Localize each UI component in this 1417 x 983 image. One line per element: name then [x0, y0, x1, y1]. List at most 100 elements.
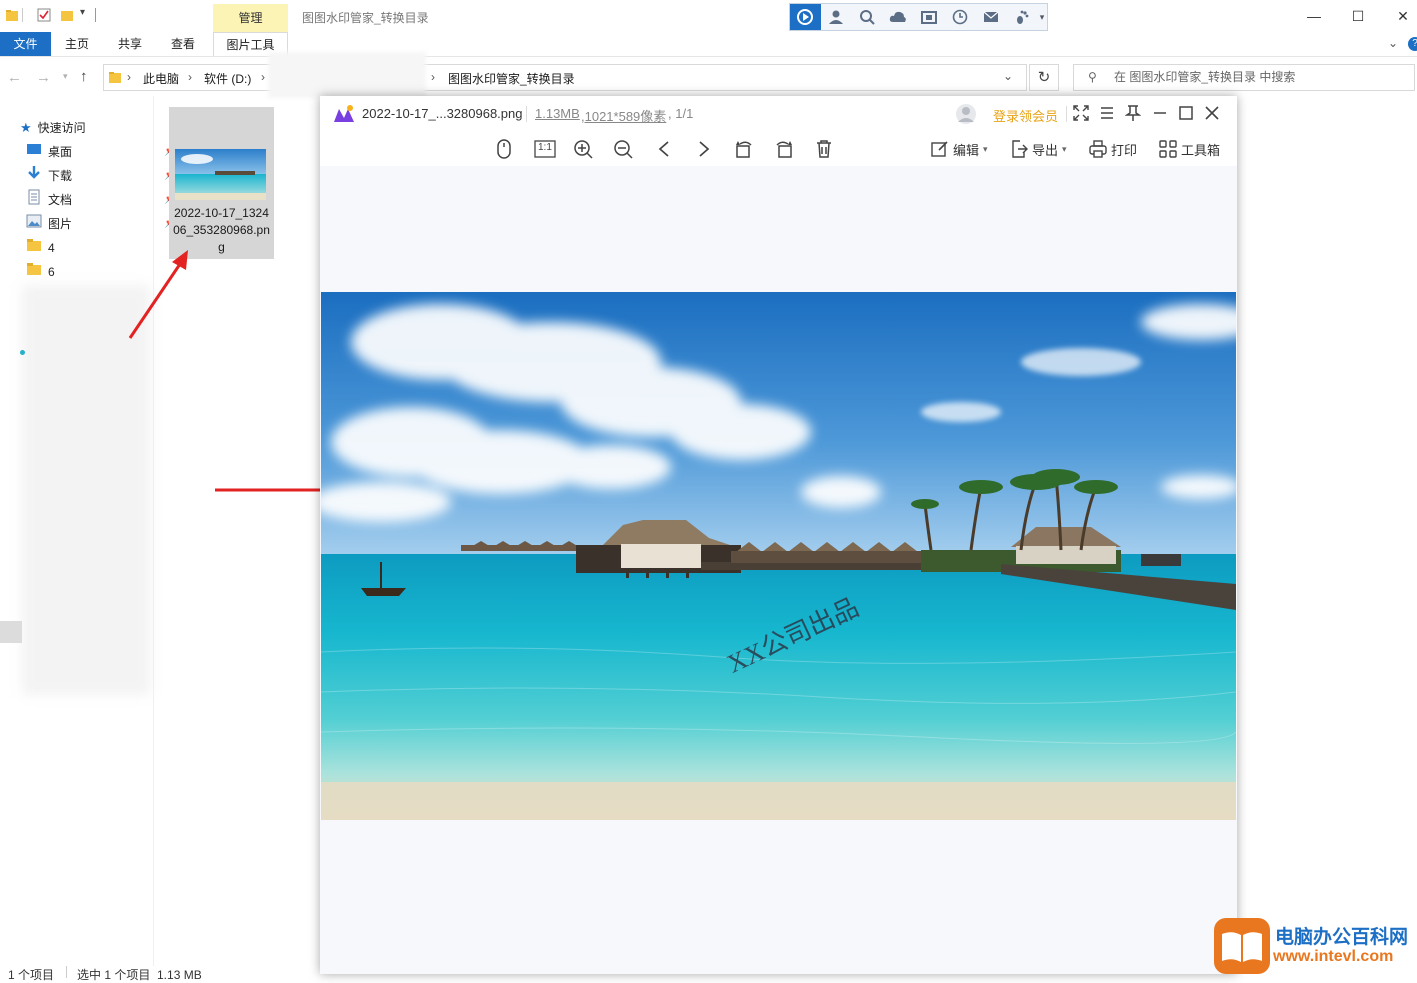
zoom-out-icon[interactable]: [612, 138, 634, 160]
nav-selection-highlight: [0, 621, 22, 643]
star-icon: ★: [20, 120, 32, 135]
divider: [526, 106, 527, 122]
nav-label: 文档: [48, 193, 73, 207]
actual-size-button[interactable]: 1:1: [533, 138, 557, 160]
screenshot-icon[interactable]: [914, 4, 945, 30]
chevron-right-icon[interactable]: ›: [188, 70, 192, 84]
breadcrumb-this-pc[interactable]: 此电脑: [143, 70, 179, 87]
export-button[interactable]: 导出 ▾: [1010, 137, 1067, 161]
help-icon[interactable]: ?: [1408, 37, 1417, 51]
tab-view[interactable]: 查看: [171, 32, 195, 56]
selection-info: 选中 1 个项目 1.13 MB: [77, 968, 202, 982]
next-icon[interactable]: [693, 138, 715, 160]
file-size[interactable]: 1.13MB: [535, 106, 580, 121]
tab-home[interactable]: 主页: [65, 32, 89, 56]
maximize-button[interactable]: ☐: [1343, 6, 1373, 26]
up-arrow-icon[interactable]: ↑: [80, 68, 88, 85]
play-icon[interactable]: [790, 4, 821, 30]
menu-icon[interactable]: [1099, 105, 1115, 124]
avatar-icon[interactable]: [955, 103, 977, 128]
minimize-button[interactable]: —: [1299, 6, 1329, 26]
breadcrumb-drive[interactable]: 软件 (D:): [204, 70, 251, 87]
clock-icon[interactable]: [944, 4, 975, 30]
print-button[interactable]: 打印: [1089, 137, 1137, 161]
print-label: 打印: [1111, 142, 1138, 158]
refresh-button[interactable]: ↻: [1029, 64, 1059, 91]
nav-item-downloads[interactable]: 下载 📌: [26, 165, 176, 188]
toolbar-dropdown[interactable]: ▾: [1037, 12, 1047, 23]
search-placeholder: 在 图图水印管家_转换目录 中搜索: [1114, 70, 1296, 84]
nav-label: 下载: [48, 169, 73, 183]
page-indicator: , 1/1: [668, 106, 694, 121]
document-icon: [26, 189, 42, 212]
printer-icon: [1089, 140, 1107, 158]
desktop-icon: [26, 141, 42, 163]
book-logo-icon: [1214, 918, 1270, 974]
file-item[interactable]: 2022-10-17_132406_353280968.png: [169, 107, 274, 259]
toolbox-button[interactable]: 工具箱: [1159, 137, 1220, 161]
chevron-down-icon[interactable]: ⌄: [1003, 69, 1013, 83]
customize-qa-dropdown[interactable]: ▾: [80, 7, 85, 18]
nav-item-documents[interactable]: 文档 📌: [26, 189, 176, 212]
login-vip-link[interactable]: 登录领会员: [993, 106, 1058, 125]
picture-icon: [26, 213, 42, 235]
minimize-button[interactable]: [1152, 105, 1168, 124]
download-icon: [26, 165, 42, 188]
folder-icon: [26, 261, 42, 283]
nav-item-folder-4[interactable]: 4: [26, 237, 55, 259]
export-icon: [1012, 140, 1028, 158]
search-icon[interactable]: [852, 4, 883, 30]
zoom-in-icon[interactable]: [572, 138, 594, 160]
brand-name: 电脑办公百科网: [1275, 927, 1409, 948]
delete-icon[interactable]: [813, 138, 835, 160]
image-canvas[interactable]: XX公司出品: [321, 292, 1236, 820]
divider: [66, 966, 67, 978]
footprint-icon[interactable]: [1006, 4, 1037, 30]
chevron-right-icon[interactable]: ›: [261, 70, 265, 84]
nav-item-folder-6[interactable]: 6: [26, 261, 55, 283]
manage-context-tab[interactable]: 管理: [213, 4, 288, 32]
tab-share[interactable]: 共享: [118, 32, 142, 56]
search-input[interactable]: ⚲ 在 图图水印管家_转换目录 中搜索: [1073, 64, 1415, 91]
expand-ribbon-icon[interactable]: ⌄: [1388, 36, 1398, 50]
export-label: 导出: [1032, 142, 1059, 158]
viewer-titlebar: 2022-10-17_...3280968.png 1.13MB ,1021*5…: [320, 96, 1237, 132]
folder-icon[interactable]: [5, 8, 19, 22]
breadcrumb-folder[interactable]: 图图水印管家_转换目录: [448, 70, 575, 87]
file-thumbnail: [175, 149, 266, 200]
rotate-left-icon[interactable]: [733, 138, 755, 160]
search-icon: ⚲: [1088, 70, 1097, 84]
properties-icon[interactable]: [37, 8, 51, 22]
new-folder-icon[interactable]: [60, 8, 74, 22]
nav-label: 图片: [48, 217, 73, 231]
cloud-upload-icon[interactable]: [883, 4, 914, 30]
maximize-button[interactable]: [1178, 105, 1194, 124]
nav-item-desktop[interactable]: 桌面 📌: [26, 141, 176, 163]
close-button[interactable]: [1204, 105, 1220, 124]
pin-on-top-icon[interactable]: [1124, 104, 1142, 125]
previous-icon[interactable]: [653, 138, 675, 160]
chevron-right-icon[interactable]: ›: [431, 70, 435, 84]
nav-label: 桌面: [48, 145, 73, 159]
fullscreen-icon[interactable]: [1073, 105, 1089, 124]
explorer-titlebar: ▾ 管理 图图水印管家_转换目录 ▾ — ☐ ✕: [0, 0, 1417, 32]
back-arrow-icon[interactable]: ←: [7, 69, 22, 86]
tab-file[interactable]: 文件: [0, 32, 51, 56]
recent-locations-dropdown[interactable]: ▾: [63, 71, 68, 82]
forward-arrow-icon[interactable]: →: [36, 69, 51, 86]
close-button[interactable]: ✕: [1388, 6, 1417, 26]
divider: [1066, 106, 1067, 122]
mouse-mode-icon[interactable]: [493, 138, 515, 160]
edit-button[interactable]: 编辑 ▾: [931, 137, 988, 161]
pane-divider[interactable]: [153, 96, 154, 966]
chevron-right-icon[interactable]: ›: [127, 70, 131, 84]
address-bar[interactable]: › 此电脑 › 软件 (D:) › › 图图水印管家_转换目录 ⌄: [103, 64, 1027, 91]
rotate-right-icon[interactable]: [773, 138, 795, 160]
nav-item-pictures[interactable]: 图片 📌: [26, 213, 176, 235]
user-icon[interactable]: [821, 4, 852, 30]
nav-quick-access[interactable]: ★ 快速访问: [20, 117, 86, 139]
actual-size-label: 1:1: [538, 142, 552, 153]
brand-url: www.intevl.com: [1273, 948, 1394, 965]
image-dimensions[interactable]: ,1021*589像素: [581, 106, 666, 125]
mail-icon[interactable]: [975, 4, 1006, 30]
